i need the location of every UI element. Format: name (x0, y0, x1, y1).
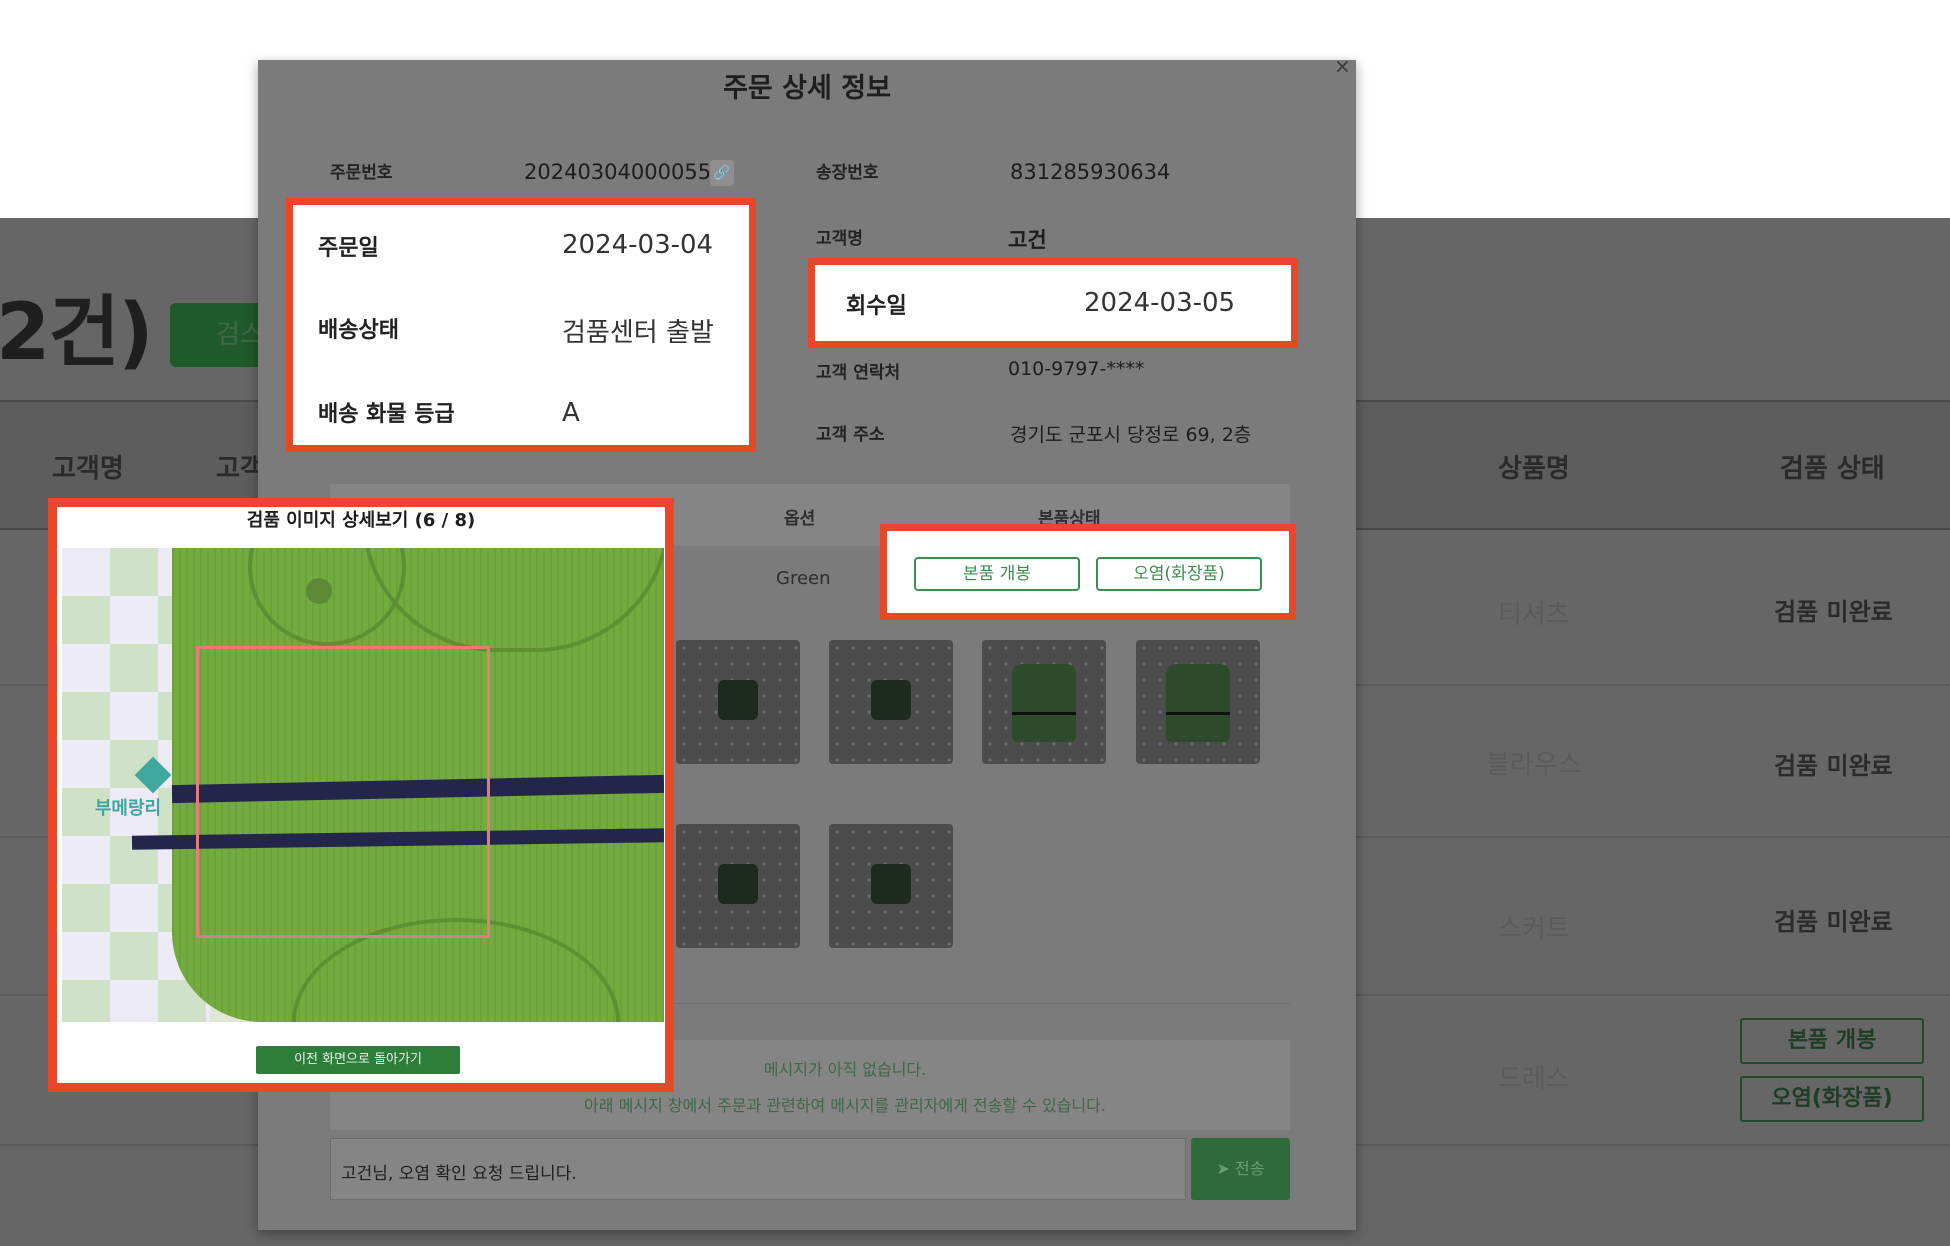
cargo-grade-value: A (562, 398, 580, 428)
inspection-thumbnail[interactable] (676, 824, 800, 948)
back-button[interactable]: 이전 화면으로 돌아가기 (256, 1046, 460, 1074)
inspection-thumbnail[interactable] (829, 640, 953, 764)
customer-value: 고건 (1008, 228, 1047, 252)
defect-marker (196, 646, 490, 938)
status-stained-button[interactable]: 오염(화장품) (1740, 1076, 1924, 1122)
customer-label: 고객명 (816, 229, 863, 249)
viewer-title: 검품 이미지 상세보기 (6 / 8) (246, 510, 476, 531)
inspection-thumbnail[interactable] (829, 824, 953, 948)
modal-title: 주문 상세 정보 (723, 73, 891, 104)
option-value: Green (776, 568, 831, 589)
inspection-thumbnail[interactable] (1136, 640, 1260, 764)
link-icon[interactable]: 🔗 (710, 160, 734, 186)
status-opened-button[interactable]: 본품 개봉 (914, 557, 1080, 591)
delivery-status-label: 배송상태 (318, 318, 399, 343)
inspection-thumbnail[interactable] (676, 640, 800, 764)
status-opened-button[interactable]: 본품 개봉 (1740, 1018, 1924, 1064)
message-input[interactable]: 고건님, 오염 확인 요청 드립니다. (330, 1138, 1186, 1200)
column-product-name: 상품명 (1498, 454, 1570, 484)
send-button[interactable]: ➤ 전송 (1191, 1138, 1290, 1200)
cargo-grade-label: 배송 화물 등급 (318, 402, 455, 427)
contact-label: 고객 연락처 (816, 363, 901, 383)
table-row-status: 검품 미완료 (1774, 598, 1893, 626)
order-number-value: 20240304000055 (524, 160, 712, 184)
table-row-product: 스커트 (1498, 914, 1570, 944)
delivery-status-value: 검품센터 출발 (562, 318, 714, 348)
order-date-label: 주문일 (318, 236, 379, 261)
table-row-product: 드레스 (1498, 1064, 1570, 1094)
invoice-label: 송장번호 (816, 163, 879, 183)
order-date-value: 2024-03-04 (562, 230, 714, 260)
table-row-status: 검품 미완료 (1774, 908, 1893, 936)
table-row-product: 티셔츠 (1498, 600, 1570, 630)
address-value: 경기도 군포시 당정로 69, 2층 (1010, 424, 1252, 446)
table-row-product: 블라우스 (1486, 750, 1582, 780)
column-customer: 고객 (216, 454, 264, 484)
table-row-status: 검품 미완료 (1774, 752, 1893, 780)
message-hint-text: 아래 메시지 창에서 주문과 관련하여 메시지를 관리자에게 전송할 수 있습니… (584, 1096, 1106, 1115)
result-count: 2건) (0, 288, 154, 378)
column-customer-name: 고객명 (52, 454, 124, 484)
column-inspection-status: 검품 상태 (1780, 454, 1885, 484)
return-date-label: 회수일 (846, 294, 907, 319)
stain-spot (306, 578, 332, 604)
invoice-value: 831285930634 (1010, 160, 1171, 184)
inspection-thumbnail[interactable] (982, 640, 1106, 764)
contact-value: 010-9797-**** (1008, 358, 1145, 380)
order-number-label: 주문번호 (330, 163, 393, 183)
return-date-value: 2024-03-05 (1084, 288, 1236, 318)
status-stained-button[interactable]: 오염(화장품) (1096, 557, 1262, 591)
brand-watermark: 부메랑리 (94, 798, 162, 819)
option-header: 옵션 (784, 509, 816, 529)
address-label: 고객 주소 (816, 425, 885, 445)
